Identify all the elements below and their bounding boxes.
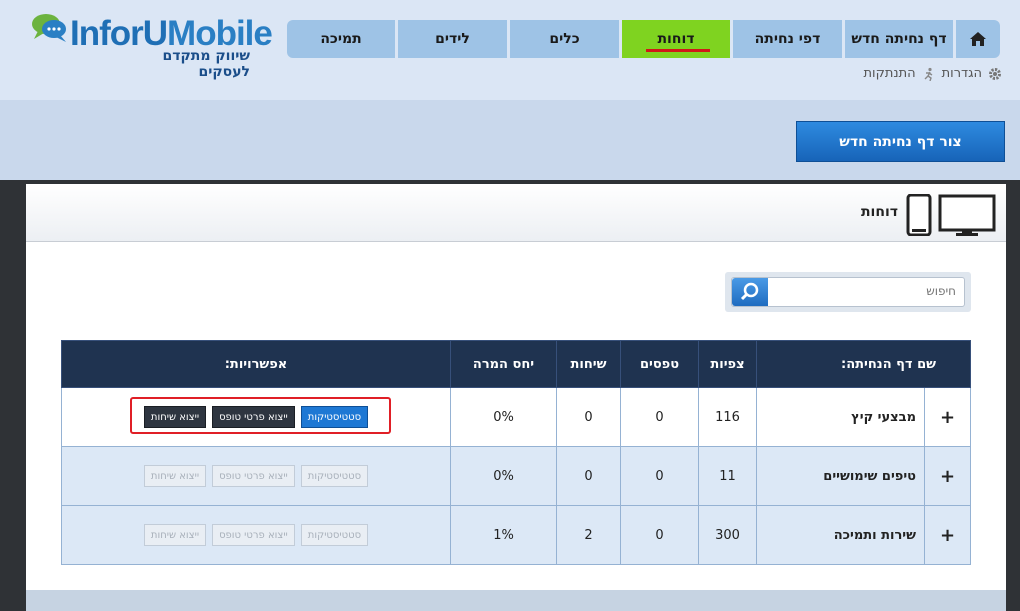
nav-item-tools[interactable]: כלים <box>510 20 619 58</box>
nav-item-label: דוחות <box>657 31 695 47</box>
conversion-cell: 0% <box>450 446 557 506</box>
logout-link[interactable]: התנתקות <box>864 66 916 81</box>
main-nav: תמיכה לידים כלים דוחות דפי נחיתה דף נחית… <box>287 20 1000 58</box>
forms-cell: 0 <box>620 387 699 447</box>
nav-item-label: כלים <box>549 31 580 47</box>
search-container <box>725 272 971 312</box>
landing-page-name: טיפים שימושיים <box>756 446 925 506</box>
create-landing-page-button[interactable]: צור דף נחיתה חדש <box>796 121 1005 162</box>
page-title: דוחות <box>860 204 898 220</box>
search-input[interactable] <box>776 284 956 298</box>
col-header-options: אפשרויות: <box>61 340 451 388</box>
nav-item-label: לידים <box>435 31 470 47</box>
col-header-name: שם דף הנחיתה: <box>756 340 971 388</box>
highlight-box <box>130 397 391 434</box>
calls-cell: 2 <box>556 505 621 565</box>
reports-table: שם דף הנחיתה: צפיות טפסים שיחות יחס המרה… <box>61 340 971 565</box>
reports-panel: דוחות שם דף הנחיתה: צפיות טפסים שיחות יח… <box>26 184 1006 611</box>
desktop-icon <box>938 194 996 236</box>
search-box <box>731 277 965 307</box>
col-header-views: צפיות <box>698 340 757 388</box>
nav-item-label: דף נחיתה חדש <box>851 31 947 47</box>
logo[interactable]: InforUMobile שיווק מתקדם לעסקים <box>30 10 273 80</box>
bottom-strip <box>26 590 1006 611</box>
forms-cell: 0 <box>620 446 699 506</box>
landing-page-name: שירות ותמיכה <box>756 505 925 565</box>
nav-item-new-landing-page[interactable]: דף נחיתה חדש <box>845 20 953 58</box>
col-header-calls: שיחות <box>556 340 621 388</box>
chat-bubbles-icon <box>32 14 66 42</box>
forms-cell: 0 <box>620 505 699 565</box>
col-header-forms: טפסים <box>620 340 699 388</box>
expand-row-button[interactable]: + <box>924 387 971 447</box>
calls-cell: 0 <box>556 387 621 447</box>
nav-item-leads[interactable]: לידים <box>398 20 507 58</box>
search-button[interactable] <box>732 278 768 306</box>
statistics-button[interactable]: סטטיסטיקות <box>300 524 369 546</box>
table-row: + טיפים שימושיים 11 0 0 0% סטטיסטיקות יי… <box>61 446 971 506</box>
options-cell: סטטיסטיקות ייצוא פרטי טופס ייצוא שיחות <box>61 446 451 506</box>
export-form-details-button[interactable]: ייצוא פרטי טופס <box>212 524 295 546</box>
views-cell: 11 <box>698 446 757 506</box>
nav-item-home[interactable] <box>956 20 1000 58</box>
views-cell: 116 <box>698 387 757 447</box>
header: InforUMobile שיווק מתקדם לעסקים תמיכה לי… <box>0 0 1020 100</box>
conversion-cell: 1% <box>450 505 557 565</box>
gear-icon[interactable] <box>988 67 1002 81</box>
nav-item-label: דפי נחיתה <box>754 31 821 47</box>
landing-page-name: מבצעי קיץ <box>756 387 925 447</box>
logout-icon[interactable] <box>922 67 936 81</box>
col-header-conversion: יחס המרה <box>450 340 557 388</box>
nav-item-label: תמיכה <box>320 31 362 47</box>
nav-item-support[interactable]: תמיכה <box>287 20 395 58</box>
table-row: + שירות ותמיכה 300 0 2 1% סטטיסטיקות ייצ… <box>61 505 971 565</box>
views-cell: 300 <box>698 505 757 565</box>
home-icon <box>970 32 986 46</box>
options-cell: סטטיסטיקות ייצוא פרטי טופס ייצוא שיחות <box>61 505 451 565</box>
export-form-details-button[interactable]: ייצוא פרטי טופס <box>212 465 295 487</box>
nav-item-landing-pages[interactable]: דפי נחיתה <box>733 20 842 58</box>
logo-tagline: שיווק מתקדם לעסקים <box>162 48 250 80</box>
settings-link[interactable]: הגדרות <box>942 66 982 81</box>
calls-cell: 0 <box>556 446 621 506</box>
table-header-row: שם דף הנחיתה: צפיות טפסים שיחות יחס המרה… <box>61 340 971 388</box>
expand-row-button[interactable]: + <box>924 446 971 506</box>
active-underline <box>646 49 710 52</box>
search-icon <box>740 282 759 301</box>
export-calls-button[interactable]: ייצוא שיחות <box>143 465 207 487</box>
panel-header: דוחות <box>26 184 1006 242</box>
conversion-cell: 0% <box>450 387 557 447</box>
statistics-button[interactable]: סטטיסטיקות <box>300 465 369 487</box>
export-calls-button[interactable]: ייצוא שיחות <box>143 524 207 546</box>
mobile-icon <box>906 194 932 236</box>
expand-row-button[interactable]: + <box>924 505 971 565</box>
sub-links: הגדרות התנתקות <box>864 66 1002 81</box>
nav-item-reports[interactable]: דוחות <box>622 20 730 58</box>
